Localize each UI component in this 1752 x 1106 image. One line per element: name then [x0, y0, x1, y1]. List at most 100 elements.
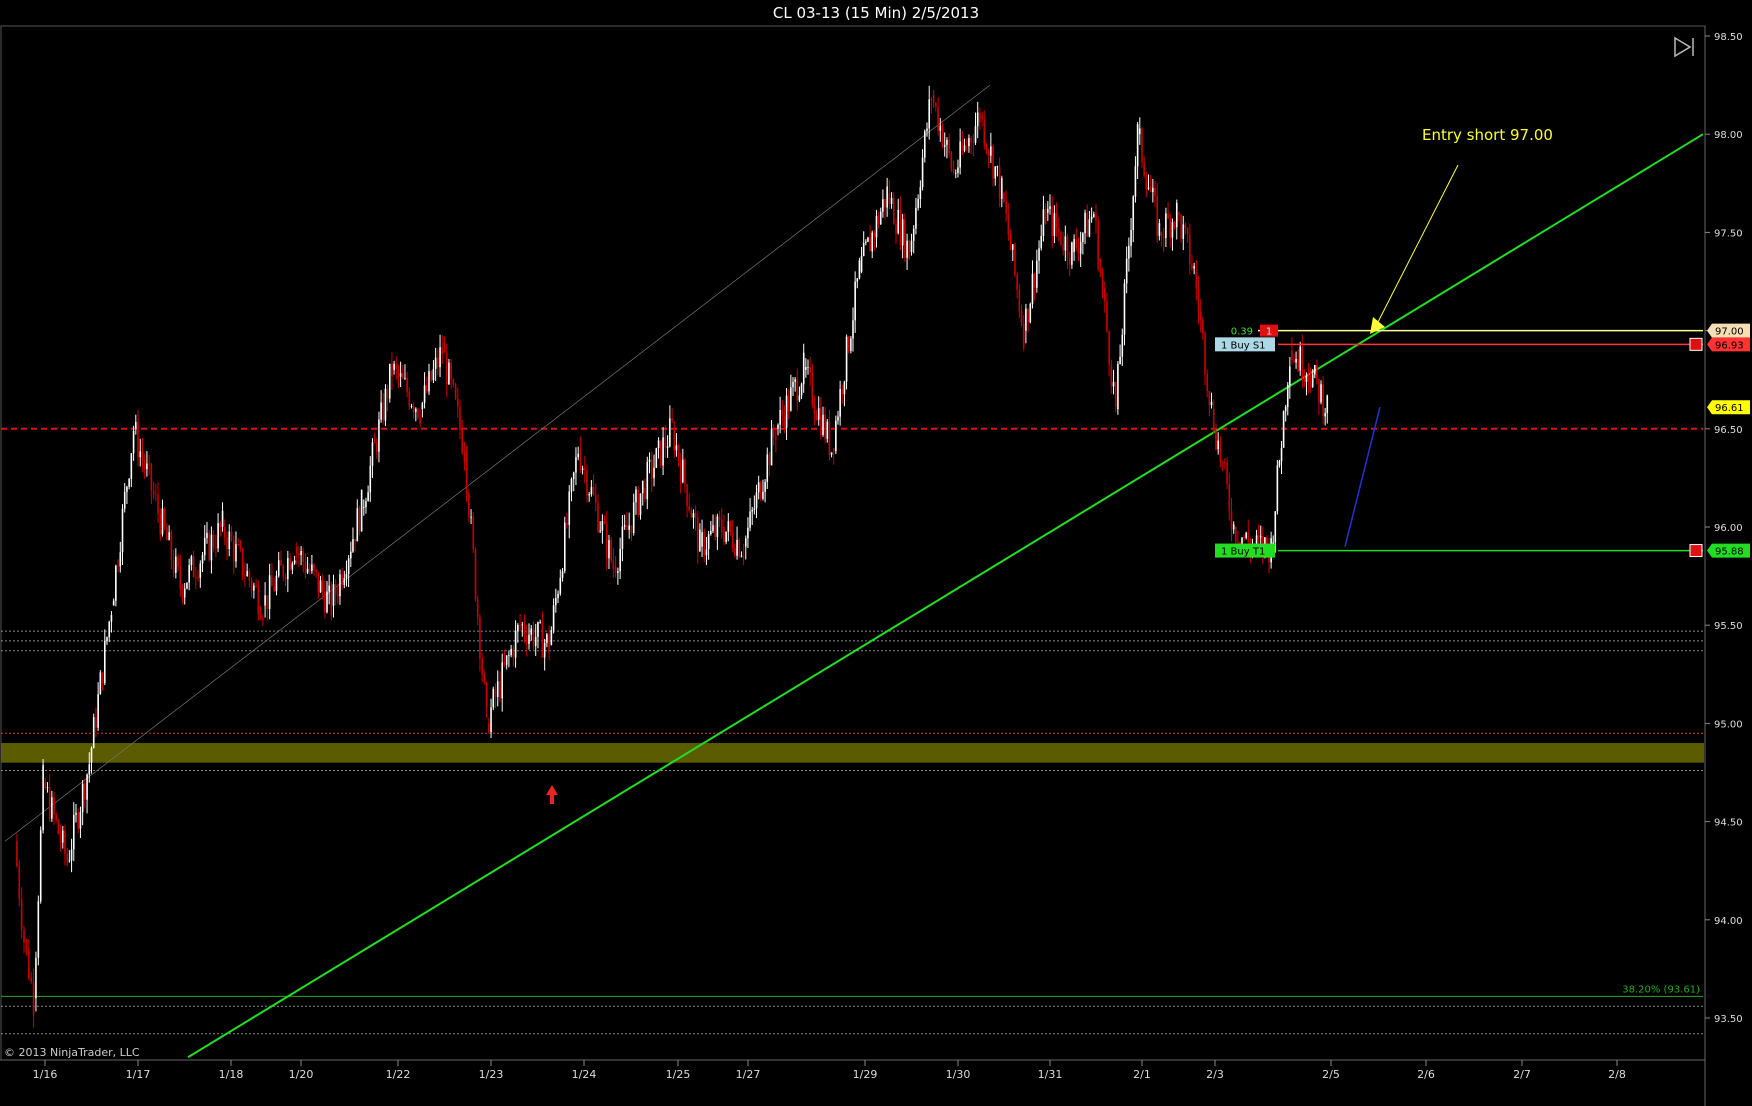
candle-body [315, 569, 318, 573]
candle-body [410, 406, 413, 407]
candle-body [332, 584, 335, 606]
candle-body [648, 459, 651, 462]
candle-body [599, 530, 601, 532]
candle-body [479, 617, 481, 659]
x-tick-label: 1/29 [853, 1068, 878, 1081]
candle-body [1322, 384, 1324, 417]
candle-body [268, 575, 271, 609]
candle-body [195, 577, 197, 578]
candle-body [1138, 128, 1141, 135]
candle-body [97, 694, 99, 728]
candle-body [226, 537, 228, 550]
signal-up-arrow [546, 785, 558, 804]
candle-body [72, 814, 75, 850]
candle-body [367, 492, 369, 502]
candle-body [1282, 411, 1285, 448]
close-target-icon[interactable] [1689, 544, 1703, 558]
candle-body [1320, 384, 1322, 403]
candle-body [581, 468, 584, 470]
candle-body [1055, 212, 1058, 228]
candle-body [714, 525, 716, 538]
candle-body [675, 445, 678, 451]
candle-body [468, 493, 470, 517]
candle-body [523, 624, 526, 636]
candle-body [605, 523, 608, 559]
candle-body [273, 586, 275, 592]
candle-body [79, 812, 82, 829]
candle-body [917, 198, 919, 208]
candle-body [404, 377, 406, 379]
candle-body [583, 468, 586, 471]
candle-body [212, 534, 215, 548]
candle-body [206, 532, 208, 539]
candle-body [895, 224, 897, 234]
candle-body [190, 556, 193, 565]
candle-body [228, 531, 231, 550]
candle-body [1136, 124, 1139, 167]
candle-body [552, 605, 555, 631]
candle-body [481, 658, 483, 674]
candle-body [867, 237, 869, 242]
candle-body [950, 152, 953, 169]
candle-body [501, 662, 504, 699]
close-stop-icon[interactable] [1689, 337, 1703, 351]
candle-body [1027, 308, 1029, 323]
candle-body [1106, 300, 1108, 332]
candle-body [380, 402, 382, 420]
candle-body [954, 172, 957, 174]
candle-body [792, 381, 794, 388]
candle-body [298, 553, 300, 555]
candle-body [445, 352, 448, 385]
candle-body [1182, 224, 1185, 239]
candle-body [1199, 311, 1202, 320]
candle-body [172, 559, 175, 573]
go-to-end-icon[interactable] [1672, 34, 1698, 60]
candle-body [921, 157, 924, 188]
candle-body [215, 547, 217, 549]
candle-body [456, 398, 459, 407]
candle-body [1158, 223, 1161, 236]
candle-body [751, 509, 754, 512]
candle-body [862, 242, 865, 257]
candle-body [264, 595, 266, 606]
candle-body [221, 510, 224, 528]
candle-body [755, 492, 758, 509]
candle-body [869, 237, 871, 252]
candle-body [255, 585, 257, 587]
candle-body [703, 532, 706, 556]
candle-body [826, 421, 829, 439]
candle-body [901, 219, 904, 246]
candle-body [492, 688, 495, 708]
candle-body [465, 448, 468, 494]
candle-body [186, 582, 188, 589]
candle-body [18, 866, 21, 900]
candle-body [1175, 202, 1178, 228]
y-tick-label: 95.00 [1714, 719, 1743, 730]
candle-body [330, 585, 333, 616]
candle-body [512, 648, 515, 658]
candle-body [1040, 236, 1043, 249]
candle-body [408, 392, 411, 407]
candle-body [939, 125, 942, 131]
candle-body [785, 395, 788, 428]
price-chart[interactable]: 38.20% (93.61) 0.39 11 Buy S1 1 Buy T1 98.… [0, 0, 1752, 1106]
price-marker-label: 95.88 [1715, 547, 1744, 558]
candle-body [1038, 248, 1040, 261]
candle-body [326, 591, 328, 613]
candle-body [53, 797, 55, 815]
candle-body [219, 522, 222, 528]
candle-body [519, 624, 521, 626]
candle-body [688, 506, 691, 511]
candle-body [657, 440, 660, 449]
orders-layer[interactable]: 0.39 11 Buy S1 1 Buy T1 [1215, 324, 1703, 558]
candle-body [926, 128, 928, 132]
candle-body [937, 106, 939, 131]
candle-body [1188, 234, 1191, 265]
candle-body [983, 118, 986, 145]
candle-body [666, 446, 669, 448]
horizontal-levels-layer: 38.20% (93.61) [1, 427, 1703, 1035]
candle-body [339, 574, 341, 597]
candle-body [1103, 288, 1106, 301]
candle-body [744, 538, 747, 547]
y-tick-label: 98.00 [1714, 130, 1743, 141]
